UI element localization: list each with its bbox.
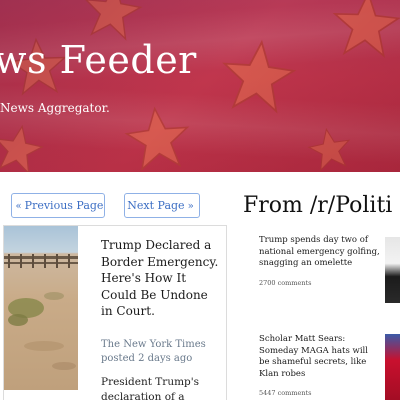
- next-page-button[interactable]: Next Page»: [124, 193, 200, 218]
- site-subtitle: News Aggregator.: [0, 101, 110, 115]
- reddit-section-heading: From /r/Politi: [243, 193, 393, 218]
- reddit-post[interactable]: Scholar Matt Sears: Someday MAGA hats wi…: [259, 334, 381, 397]
- reddit-post-title[interactable]: Trump spends day two of national emergen…: [259, 235, 381, 270]
- chevron-right-double-icon: »: [187, 201, 194, 212]
- article-posted-time: posted 2 days ago: [101, 353, 193, 364]
- article-card[interactable]: Trump Declared a Border Emergency. Here'…: [3, 225, 227, 400]
- previous-page-label: Previous Page: [24, 199, 104, 212]
- reddit-post-comments[interactable]: 2700 comments: [259, 279, 381, 287]
- reddit-post-comments[interactable]: 5447 comments: [259, 389, 381, 397]
- next-page-label: Next Page: [127, 199, 185, 212]
- article-meta: The New York Times posted 2 days ago: [101, 338, 221, 366]
- site-title: ws Feeder: [0, 38, 197, 82]
- chevron-left-double-icon: «: [15, 201, 22, 212]
- article-description: President Trump's declaration of a: [101, 376, 200, 400]
- reddit-post-title[interactable]: Scholar Matt Sears: Someday MAGA hats wi…: [259, 334, 381, 380]
- article-title[interactable]: Trump Declared a Border Emergency. Here'…: [101, 237, 221, 320]
- reddit-post-thumbnail[interactable]: [385, 237, 400, 303]
- article-source: The New York Times: [101, 339, 206, 350]
- hero-banner: ws Feeder News Aggregator.: [0, 0, 400, 172]
- reddit-post[interactable]: Trump spends day two of national emergen…: [259, 235, 381, 287]
- previous-page-button[interactable]: «Previous Page: [11, 193, 105, 218]
- hero-overlay: [0, 0, 400, 172]
- article-thumbnail: [4, 226, 78, 390]
- reddit-post-thumbnail[interactable]: [385, 334, 400, 400]
